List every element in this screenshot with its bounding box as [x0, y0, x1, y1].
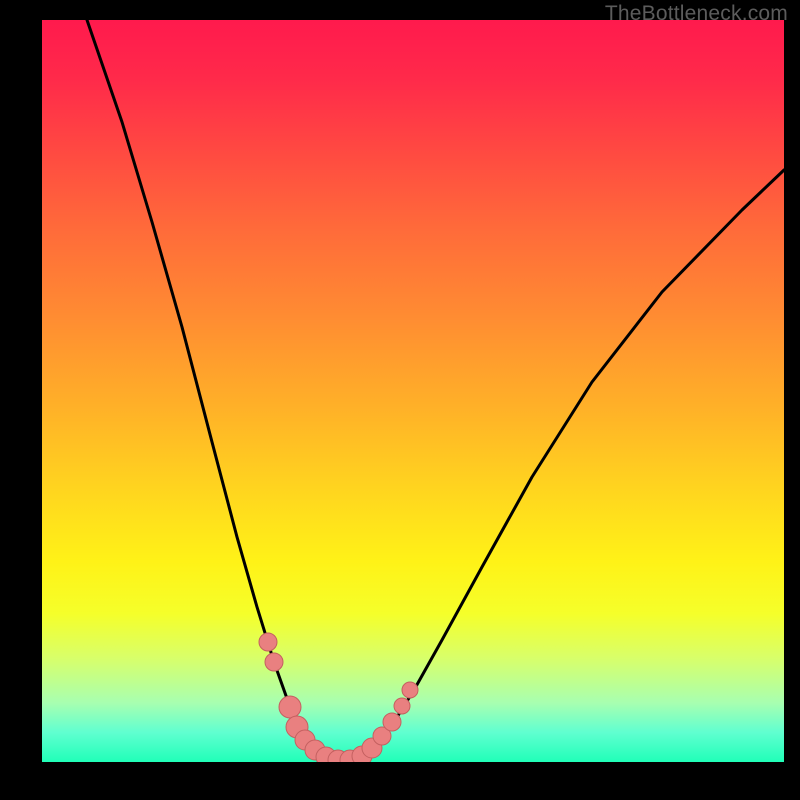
left-marker-2 [265, 653, 283, 671]
curve-left-curve [87, 20, 347, 762]
left-marker-3 [279, 696, 301, 718]
curve-right-curve [347, 170, 784, 762]
chart-frame: TheBottleneck.com [0, 0, 800, 800]
right-marker-5 [394, 698, 410, 714]
right-marker-4 [383, 713, 401, 731]
curve-svg [42, 20, 784, 762]
left-marker-1 [259, 633, 277, 651]
curve-group [87, 20, 784, 762]
right-marker-6 [402, 682, 418, 698]
marker-group [259, 633, 418, 762]
plot-area [42, 20, 784, 762]
